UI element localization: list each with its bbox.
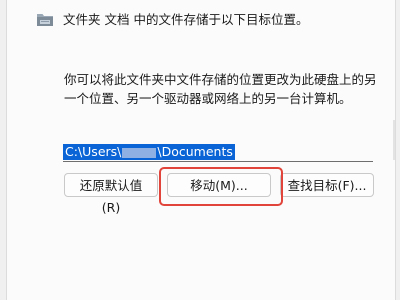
restore-default-button[interactable]: 还原默认值(R) — [64, 173, 158, 215]
redacted-username — [122, 147, 157, 158]
location-tab-panel: 文件夹 文档 中的文件存储于以下目标位置。 你可以将此文件夹中文件存储的位置更改… — [6, 0, 396, 300]
path-selected-text[interactable]: C:\Users\ \Documents — [63, 144, 235, 160]
move-button-highlight — [159, 167, 283, 206]
location-description: 你可以将此文件夹中文件存储的位置更改为此硬盘上的另一个位置、另一个驱动器或网络上… — [64, 72, 377, 106]
path-field[interactable]: C:\Users\ \Documents — [63, 142, 373, 162]
panel-edge — [393, 120, 395, 160]
folder-icon — [36, 12, 54, 27]
find-target-button[interactable]: 查找目标(F)... — [280, 173, 374, 197]
path-suffix: \Documents — [157, 144, 233, 159]
path-prefix: C:\Users\ — [65, 144, 122, 159]
header-text: 文件夹 文档 中的文件存储于以下目标位置。 — [63, 12, 309, 27]
